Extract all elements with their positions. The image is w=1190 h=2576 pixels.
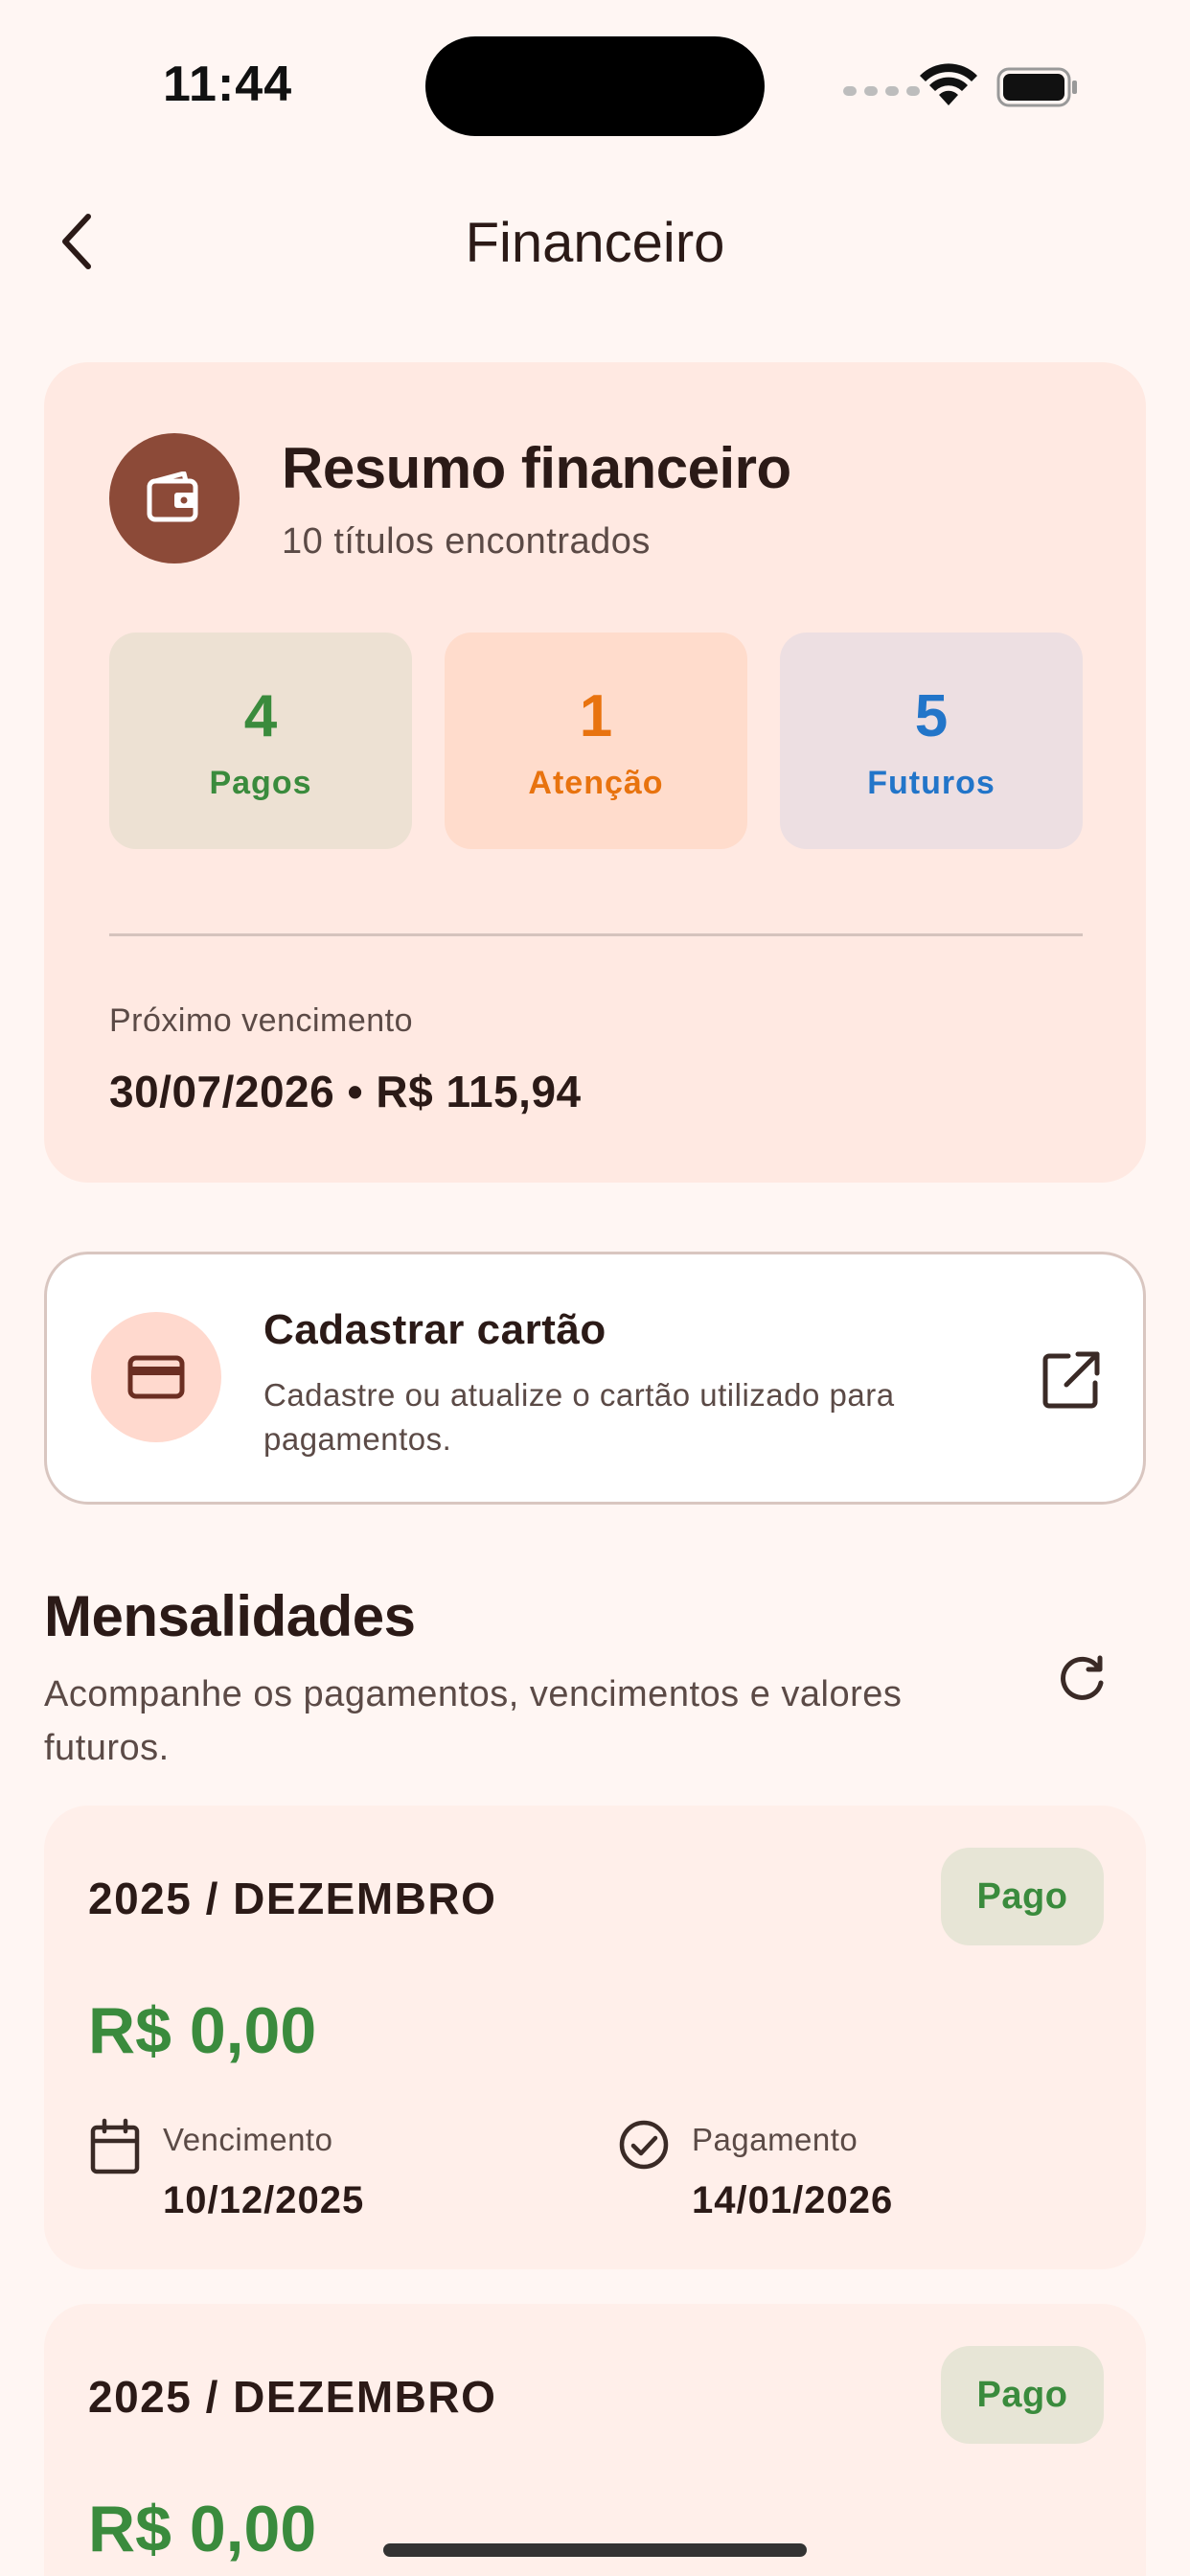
financeiro-screen: 11:44 Financeiro Resumo financeiro 10 tí… [0, 0, 1190, 2576]
stat-paid[interactable]: 4 Pagos [109, 632, 412, 849]
register-card-description: Cadastre ou atualize o cartão utilizado … [263, 1377, 895, 1457]
external-link-icon [1042, 1351, 1100, 1409]
register-card-button[interactable]: Cadastrar cartão Cadastre ou atualize o … [44, 1252, 1146, 1505]
next-due-value: 30/07/2026 • R$ 115,94 [109, 1067, 582, 1116]
payment-card[interactable]: 2025 / DEZEMBRO Pago R$ 0,00 Vencimento … [44, 1806, 1146, 2269]
stat-attention-label: Atenção [528, 765, 664, 801]
app-header: Financeiro [0, 188, 1190, 303]
register-card-title: Cadastrar cartão [263, 1306, 606, 1353]
payment-date-value: 14/01/2026 [692, 2179, 894, 2221]
payment-period: 2025 / DEZEMBRO [88, 2372, 497, 2422]
stat-future-label: Futuros [867, 765, 995, 801]
card-avatar [91, 1312, 221, 1442]
check-circle-icon [619, 2120, 669, 2170]
payment-amount: R$ 0,00 [88, 2493, 317, 2565]
payment-amount: R$ 0,00 [88, 1994, 317, 2067]
page-title: Financeiro [465, 212, 725, 274]
cellular-signal-icon [843, 86, 920, 96]
credit-card-icon [127, 1355, 185, 1399]
refresh-icon [1061, 1655, 1104, 1700]
summary-divider [109, 933, 1083, 936]
refresh-button[interactable] [1048, 1646, 1115, 1714]
stat-attention-count: 1 [579, 683, 613, 749]
wallet-icon [147, 472, 198, 522]
section-description: Acompanhe os pagamentos, vencimentos e v… [44, 1674, 903, 1768]
battery-icon [996, 67, 1077, 107]
stat-future-count: 5 [914, 683, 949, 749]
stat-attention[interactable]: 1 Atenção [445, 632, 747, 849]
status-time: 11:44 [163, 57, 293, 112]
due-date-label: Vencimento [163, 2122, 333, 2157]
status-bar: 11:44 [0, 0, 1190, 172]
home-indicator [383, 2543, 807, 2557]
wallet-avatar [109, 433, 240, 564]
status-badge: Pago [941, 1848, 1104, 1945]
summary-subtitle: 10 títulos encontrados [282, 521, 651, 562]
section-title: Mensalidades [44, 1584, 416, 1648]
stat-paid-count: 4 [243, 683, 278, 749]
dynamic-island [425, 36, 765, 136]
payment-period: 2025 / DEZEMBRO [88, 1874, 497, 1923]
stat-future[interactable]: 5 Futuros [780, 632, 1083, 849]
financial-summary-card: Resumo financeiro 10 títulos encontrados… [44, 362, 1146, 1183]
status-badge: Pago [941, 2346, 1104, 2444]
due-date-value: 10/12/2025 [163, 2179, 365, 2221]
payment-date-label: Pagamento [692, 2122, 858, 2157]
summary-title: Resumo financeiro [282, 436, 791, 500]
next-due-label: Próximo vencimento [109, 1002, 414, 1039]
stat-paid-label: Pagos [209, 765, 312, 801]
payment-card[interactable]: 2025 / DEZEMBRO Pago R$ 0,00 [44, 2304, 1146, 2576]
calendar-icon [90, 2118, 140, 2174]
wifi-icon [920, 63, 977, 105]
